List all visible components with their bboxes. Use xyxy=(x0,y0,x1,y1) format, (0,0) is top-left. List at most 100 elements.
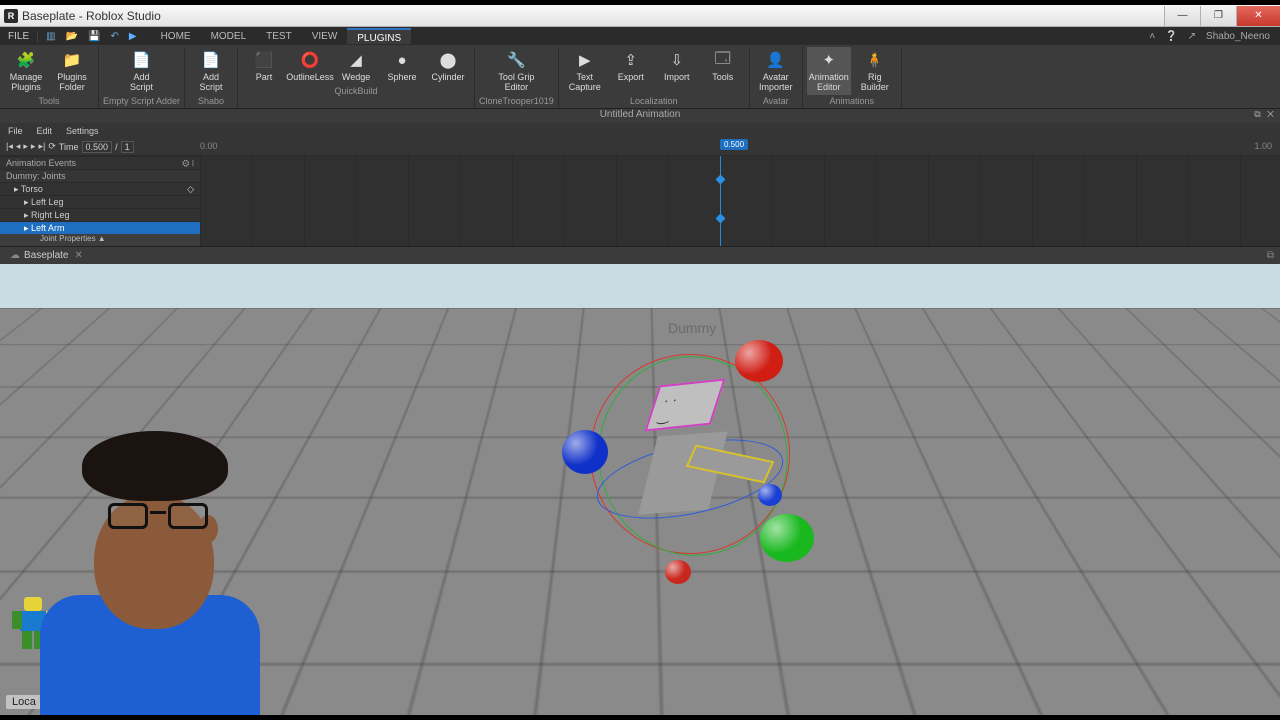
playhead-marker[interactable]: 0.500 xyxy=(720,139,748,150)
loop-icon[interactable]: ⟳ xyxy=(48,141,56,152)
ribbon-icon: ⇪ xyxy=(621,50,641,70)
new-icon[interactable]: ▥ xyxy=(46,31,55,42)
ribbon-tabs: HOME MODEL TEST VIEW PLUGINS xyxy=(151,28,412,44)
undo-icon[interactable]: ↶ xyxy=(110,31,118,42)
ribbon-button[interactable]: 📁Plugins Folder xyxy=(50,47,94,95)
time-label: Time xyxy=(59,142,79,152)
viewport-3d[interactable]: Dummy Loca xyxy=(0,264,1280,715)
app-icon: R xyxy=(4,9,18,23)
open-icon[interactable]: 📂 xyxy=(66,31,78,42)
play-anim-icon[interactable]: ▸ xyxy=(23,141,28,152)
next-frame-icon[interactable]: ▸ xyxy=(31,141,36,152)
ribbon: 🧩Manage Plugins📁Plugins FolderTools📄Add … xyxy=(0,45,1280,109)
viewport-tab-baseplate[interactable]: ☁ Baseplate ✕ xyxy=(0,250,93,261)
ribbon-button[interactable]: 🧩Manage Plugins xyxy=(4,47,48,95)
cloud-icon: ☁ xyxy=(10,250,20,261)
viewport-tabbar: ☁ Baseplate ✕ ⧉ xyxy=(0,246,1280,264)
joint-right-leg[interactable]: ▸ Right Leg xyxy=(0,208,200,221)
ribbon-button[interactable]: ⇩Import xyxy=(655,47,699,95)
gizmo-handle-blue-left[interactable] xyxy=(562,430,608,474)
window-close-button[interactable]: ✕ xyxy=(1236,6,1280,26)
gizmo-handle-red-top[interactable] xyxy=(735,340,783,382)
ribbon-button[interactable]: ●Sphere xyxy=(380,47,424,85)
animation-panel-controls[interactable]: ⧉ ✕ xyxy=(1254,109,1276,120)
ribbon-button[interactable]: 📄Add Script xyxy=(189,47,233,95)
ribbon-icon: 🧩 xyxy=(16,50,36,70)
ribbon-button[interactable]: 👤Avatar Importer xyxy=(754,47,798,95)
ribbon-group-name: Animations xyxy=(830,96,875,106)
ribbon-button[interactable]: ⬛Part xyxy=(242,47,286,85)
anim-edit-menu[interactable]: Edit xyxy=(37,126,53,136)
file-menu[interactable]: FILE xyxy=(0,31,38,42)
ribbon-button[interactable]: ▶Text Capture xyxy=(563,47,607,95)
joint-left-arm[interactable]: ▸ Left Arm xyxy=(0,221,200,234)
ribbon-button[interactable]: ⭕OutlineLess xyxy=(288,47,332,85)
ribbon-icon: ⬤ xyxy=(438,50,458,70)
ribbon-button[interactable]: ✦Animation Editor xyxy=(807,47,851,95)
ribbon-button[interactable]: 📄Add Script xyxy=(120,47,164,95)
ribbon-label: Export xyxy=(618,72,644,82)
animation-body: Animation Events ⚙ ፧ Dummy: Joints ▸ Tor… xyxy=(0,156,1280,246)
anim-settings-menu[interactable]: Settings xyxy=(66,126,99,136)
save-icon[interactable]: 💾 xyxy=(88,31,100,42)
presenter-overlay xyxy=(0,445,260,715)
joint-properties-toggle[interactable]: Joint Properties ▲ xyxy=(0,234,200,246)
window-minimize-button[interactable]: — xyxy=(1164,6,1200,26)
ribbon-icon: 🗔 xyxy=(713,50,733,70)
ribbon-button[interactable]: 🧍Rig Builder xyxy=(853,47,897,95)
ribbon-group-name: QuickBuild xyxy=(335,86,378,96)
share-icon[interactable]: ↗ xyxy=(1188,31,1196,42)
close-tab-icon[interactable]: ✕ xyxy=(74,250,82,261)
ribbon-button[interactable]: ⇪ Export xyxy=(609,47,653,95)
ruler-start: 0.00 xyxy=(200,141,218,151)
ribbon-icon: 🔧 xyxy=(506,50,526,70)
joint-torso[interactable]: ▸ Torso◇ xyxy=(0,182,200,195)
gizmo-handle-green[interactable] xyxy=(760,514,814,562)
time-end-input[interactable]: 1 xyxy=(121,141,134,153)
ribbon-icon: ● xyxy=(392,50,412,70)
menubar: FILE ▥ 📂 💾 ↶ ▶ HOME MODEL TEST VIEW PLUG… xyxy=(0,27,1280,45)
goto-start-icon[interactable]: |◂ xyxy=(6,141,13,152)
viewport-maximize-icon[interactable]: ⧉ xyxy=(1261,250,1280,261)
play-icon[interactable]: ▶ xyxy=(129,31,137,42)
animation-controls: |◂ ◂ ▸ ▸ ▸| ⟳ Time 0.500 / 1 0.00 1.00 0… xyxy=(0,138,1280,156)
ribbon-group: ⬛Part⭕OutlineLess◢Wedge●Sphere⬤Cylinder Q… xyxy=(238,47,475,108)
collapse-ribbon-icon[interactable]: ˄ xyxy=(1149,31,1155,42)
ribbon-group-name: Shabo xyxy=(198,96,224,106)
prev-frame-icon[interactable]: ◂ xyxy=(16,141,21,152)
username[interactable]: Shabo_Neeno xyxy=(1206,31,1270,42)
gizmo-handle-red-bottom[interactable] xyxy=(665,560,691,584)
ribbon-group: 👤Avatar ImporterAvatar xyxy=(750,47,803,108)
rotation-gizmo[interactable] xyxy=(540,334,840,594)
ribbon-group-name: Localization xyxy=(630,96,678,106)
tab-model[interactable]: MODEL xyxy=(201,28,257,44)
ribbon-label: Plugins Folder xyxy=(57,72,87,92)
tab-home[interactable]: HOME xyxy=(151,28,201,44)
window-maximize-button[interactable]: ❐ xyxy=(1200,6,1236,26)
ribbon-button[interactable]: 🔧Tool Grip Editor xyxy=(494,47,538,95)
tab-view[interactable]: VIEW xyxy=(302,28,348,44)
ribbon-label: Add Script xyxy=(130,72,153,92)
anim-file-menu[interactable]: File xyxy=(8,126,23,136)
goto-end-icon[interactable]: ▸| xyxy=(38,141,45,152)
ribbon-button[interactable]: ◢Wedge xyxy=(334,47,378,85)
ribbon-icon: ⇩ xyxy=(667,50,687,70)
ribbon-group: ▶Text Capture ⇪ Export ⇩Import🗔Tools Localiz… xyxy=(559,47,750,108)
animation-events-row[interactable]: Animation Events ⚙ ፧ xyxy=(0,156,200,169)
ribbon-button[interactable]: ⬤Cylinder xyxy=(426,47,470,85)
ribbon-button[interactable]: 🗔Tools xyxy=(701,47,745,95)
help-icon[interactable]: ❔ xyxy=(1165,31,1177,42)
tab-plugins[interactable]: PLUGINS xyxy=(347,28,411,44)
time-current-input[interactable]: 0.500 xyxy=(82,141,113,153)
ribbon-label: Add Script xyxy=(200,72,223,92)
rig-root-row[interactable]: Dummy: Joints xyxy=(0,169,200,182)
ribbon-label: Avatar Importer xyxy=(759,72,793,92)
tab-test[interactable]: TEST xyxy=(256,28,302,44)
joint-left-leg[interactable]: ▸ Left Leg xyxy=(0,195,200,208)
ribbon-group-name: Avatar xyxy=(763,96,789,106)
timeline-ruler[interactable]: 0.00 1.00 0.500 xyxy=(200,138,1276,155)
gizmo-handle-blue-right[interactable] xyxy=(758,484,782,506)
playhead-line[interactable] xyxy=(720,156,721,246)
track-area[interactable] xyxy=(200,156,1280,246)
events-gear-icon[interactable]: ⚙ ፧ xyxy=(182,158,194,169)
